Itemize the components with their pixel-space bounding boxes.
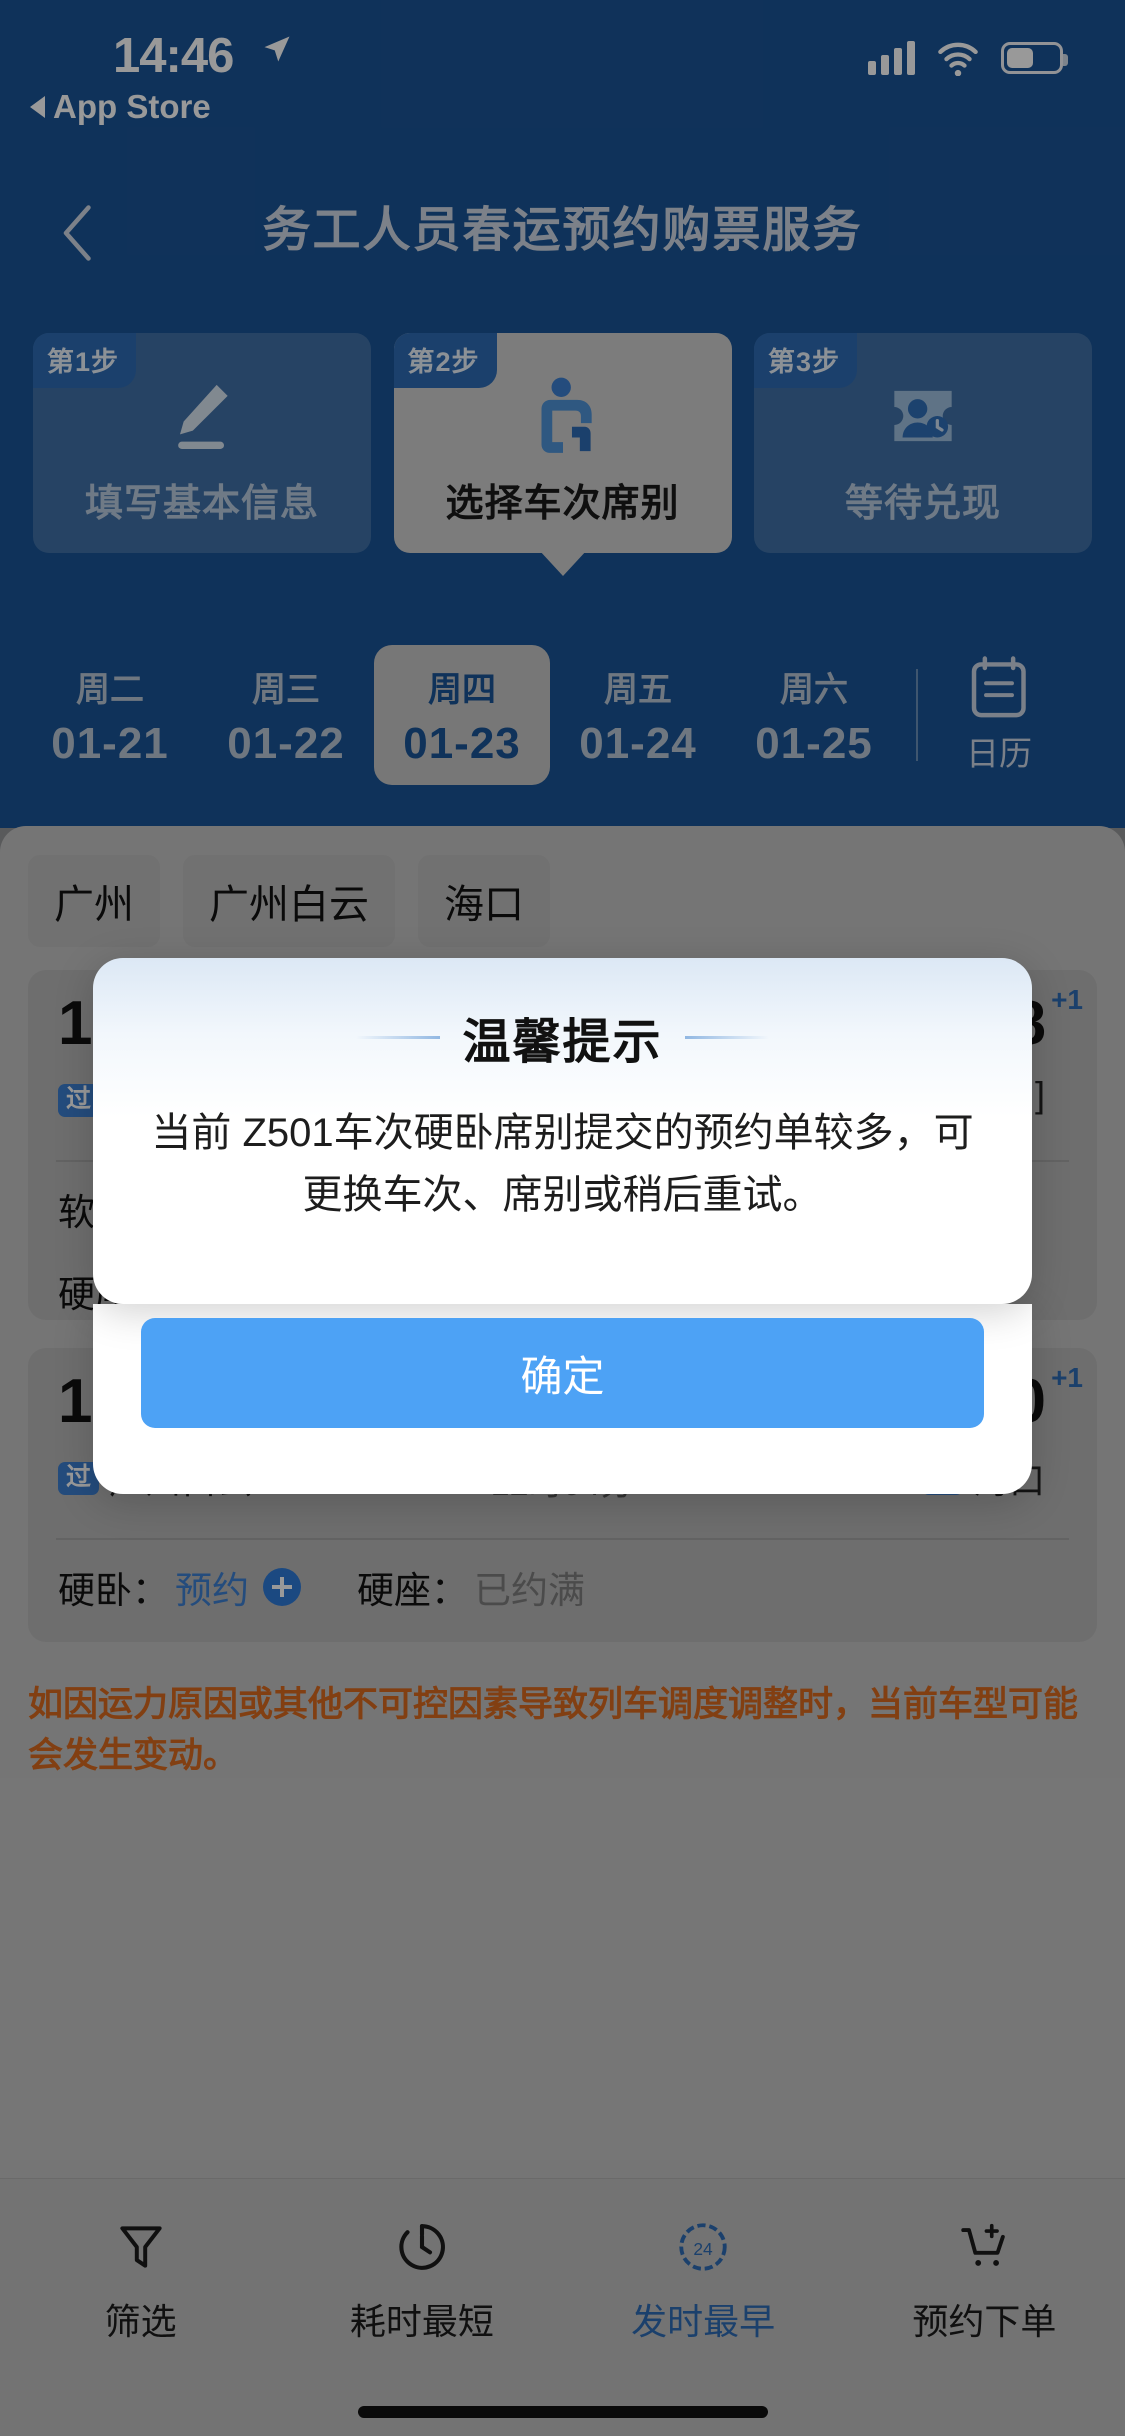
app-screen: 14:46 App Store 务工人员春运预约购票服务 第1步 填写基本信息 …	[0, 0, 1125, 2436]
title-decoration-right	[684, 1035, 769, 1039]
modal-title-row: 温馨提示	[141, 958, 984, 1072]
title-decoration-left	[356, 1035, 441, 1039]
modal-message: 当前 Z501车次硬卧席别提交的预约单较多，可更换车次、席别或稍后重试。	[151, 1111, 974, 1217]
alert-dialog: 温馨提示 当前 Z501车次硬卧席别提交的预约单较多，可更换车次、席别或稍后重试…	[93, 958, 1032, 1428]
modal-confirm-button[interactable]: 确定	[141, 1318, 984, 1428]
modal-title: 温馨提示	[462, 1016, 663, 1069]
